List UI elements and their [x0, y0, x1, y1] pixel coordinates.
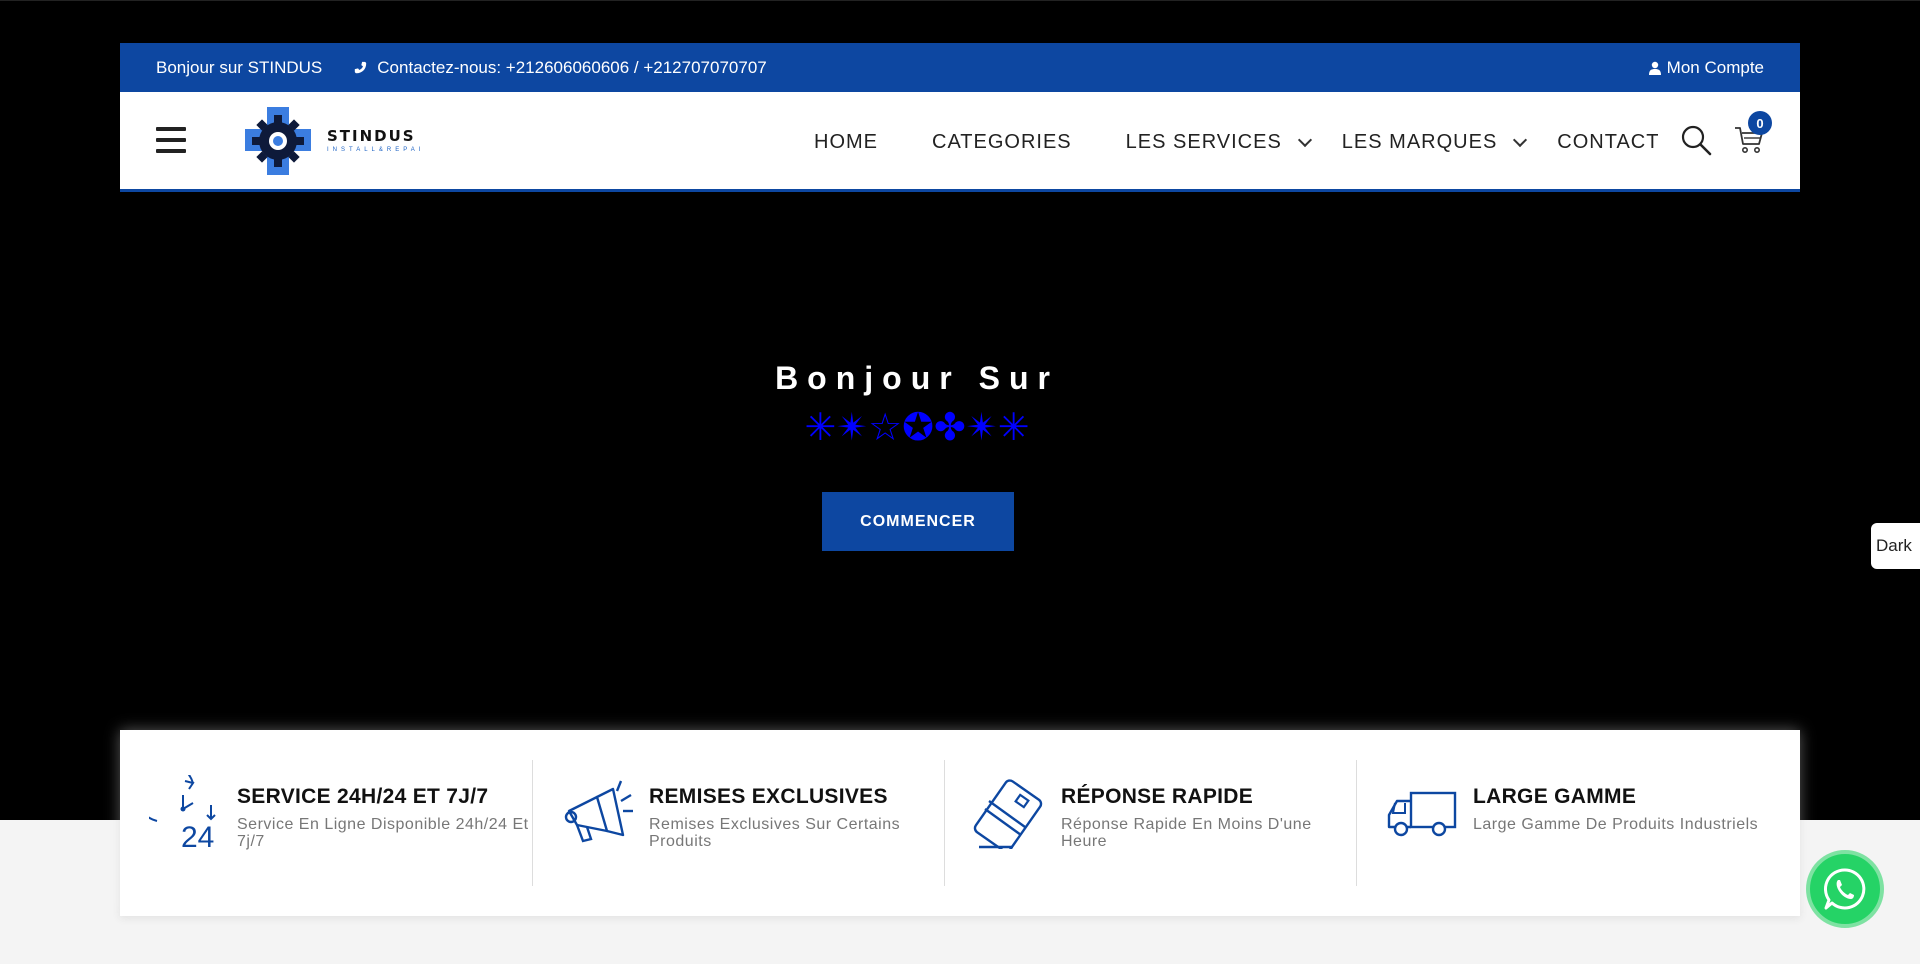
gear-logo-icon [245, 107, 311, 175]
hero-title: Bonjour Sur [775, 360, 1059, 396]
nav-categories[interactable]: CATEGORIES [932, 131, 1072, 154]
cart-count-badge: 0 [1748, 111, 1772, 135]
account-link[interactable]: Mon Compte [1648, 57, 1764, 78]
top-bar: Bonjour sur STINDUS Contactez-nous: +212… [120, 43, 1800, 92]
search-icon[interactable] [1680, 124, 1712, 156]
megaphone-icon [564, 780, 633, 843]
site-logo[interactable]: STINDUS INSTALL&REPAI [245, 106, 445, 176]
feature-description: Remises Exclusives Sur Certains Produits [649, 816, 901, 850]
nav-services-label: LES SERVICES [1125, 130, 1282, 153]
main-menu: HOME CATEGORIES LES SERVICES LES MARQUES… [814, 92, 1659, 192]
feature-item: RÉPONSE RAPIDE Réponse Rapide En Moins D… [944, 730, 1356, 916]
account-label: Mon Compte [1666, 57, 1764, 77]
feature-title: REMISES EXCLUSIVES [649, 785, 888, 808]
hero-decorative-stars: ✳✴☆✪✤✴✳ [804, 405, 1030, 449]
feature-description: Service En Ligne Disponible 24h/24 Et 7j… [237, 816, 529, 850]
truck-icon [1387, 791, 1457, 837]
nav-home[interactable]: HOME [814, 131, 878, 154]
chevron-down-icon [1513, 132, 1528, 147]
feature-item: LARGE GAMME Large Gamme De Produits Indu… [1356, 730, 1768, 916]
contact-text: Contactez-nous: +212606060606 / +2127070… [377, 57, 767, 77]
clock-24-icon: 24 [149, 775, 216, 849]
phone-icon [355, 61, 367, 74]
main-navbar: STINDUS INSTALL&REPAI HOME CATEGORIES LE… [120, 92, 1800, 192]
nav-brands[interactable]: LES MARQUES [1341, 130, 1528, 154]
logo-name: STINDUS [327, 127, 416, 145]
feature-item: REMISES EXCLUSIVES Remises Exclusives Su… [532, 730, 944, 916]
feature-item: 24 SERVICE 24H/24 ET 7J/7 Service En Lig… [120, 730, 532, 916]
dark-mode-toggle[interactable]: Dark [1871, 523, 1920, 569]
nav-contact-label: CONTACT [1557, 130, 1660, 153]
nav-categories-label: CATEGORIES [932, 130, 1072, 153]
contact-info[interactable]: Contactez-nous: +212606060606 / +2127070… [354, 57, 767, 78]
feature-description: Large Gamme De Produits Industriels [1473, 816, 1759, 833]
feature-description: Réponse Rapide En Moins D'une Heure [1061, 816, 1312, 850]
feature-title: LARGE GAMME [1473, 785, 1637, 808]
whatsapp-button[interactable] [1806, 850, 1884, 928]
chevron-down-icon [1297, 132, 1312, 147]
nav-contact[interactable]: CONTACT [1557, 131, 1659, 154]
nav-brands-label: LES MARQUES [1341, 130, 1498, 153]
hamburger-menu-icon[interactable] [156, 127, 186, 153]
svg-text:24: 24 [181, 821, 214, 849]
feature-title: RÉPONSE RAPIDE [1061, 785, 1254, 808]
user-icon [1648, 61, 1661, 75]
whatsapp-icon [1824, 868, 1866, 910]
welcome-text: Bonjour sur STINDUS [156, 57, 323, 77]
nav-home-label: HOME [814, 130, 878, 153]
features-bar: 24 SERVICE 24H/24 ET 7J/7 Service En Lig… [120, 730, 1800, 916]
nav-services[interactable]: LES SERVICES [1125, 130, 1312, 154]
logo-tagline: INSTALL&REPAI [327, 147, 425, 153]
feature-title: SERVICE 24H/24 ET 7J/7 [237, 785, 489, 808]
start-button[interactable]: COMMENCER [822, 492, 1014, 551]
credit-card-icon [973, 779, 1043, 849]
